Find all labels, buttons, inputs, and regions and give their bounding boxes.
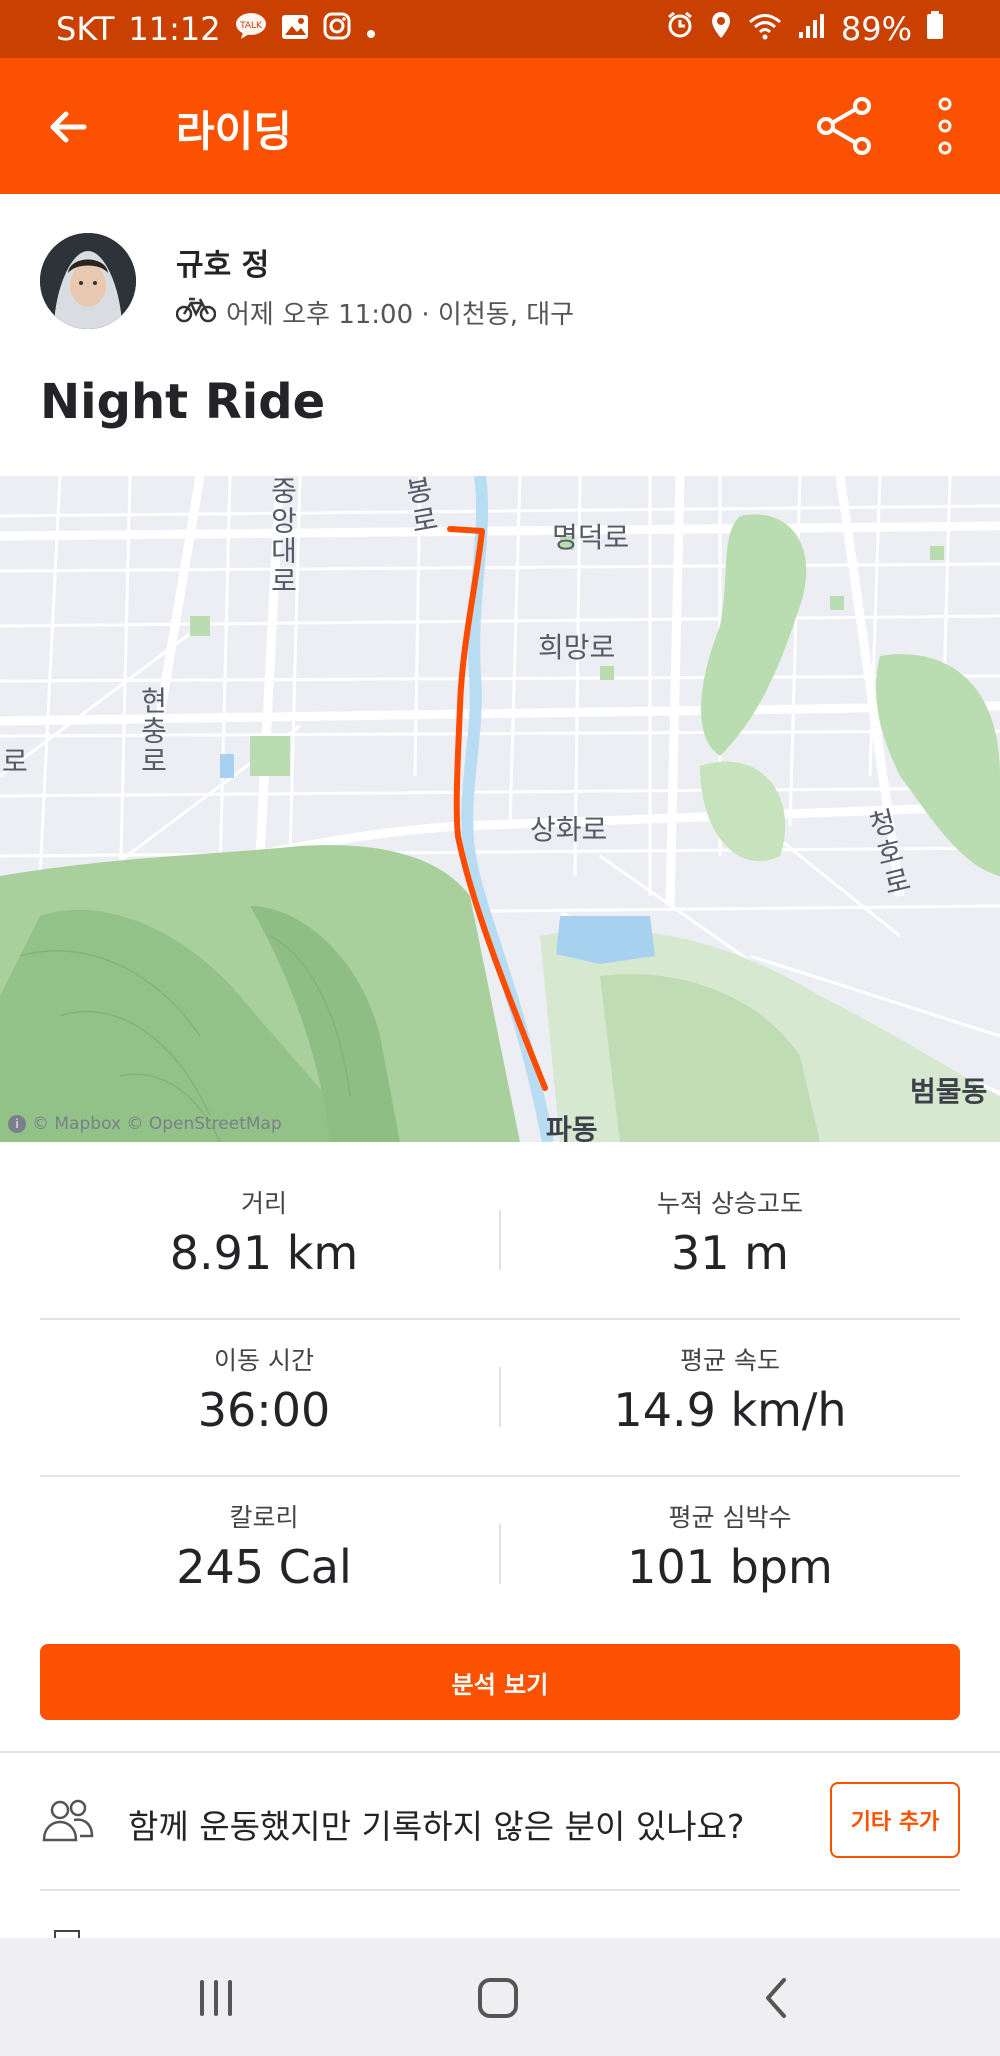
instagram-icon [323, 10, 351, 48]
stat-moving-time: 이동 시간 36:00 [14, 1341, 514, 1437]
share-icon[interactable] [814, 96, 874, 156]
map-label: 희망로 [538, 631, 616, 664]
map-attribution[interactable]: i © Mapbox © OpenStreetMap [8, 1114, 282, 1134]
system-nav-bar [0, 1938, 1000, 2056]
stat-value: 31 m [671, 1226, 789, 1280]
activity-meta-text: 어제 오후 11:00 · 이천동, 대구 [226, 300, 575, 330]
clock: 11:12 [128, 10, 221, 48]
route-map[interactable]: 명덕로 희망로 상화로 청호로 현충로 중앙대로 봉로 로 범물동 파동 i ©… [0, 476, 1000, 1142]
map-label: 상화로 [530, 813, 608, 846]
map-label: 범물동 [910, 1075, 988, 1108]
wifi-icon [747, 10, 783, 48]
divider [0, 1751, 1000, 1753]
divider [499, 1210, 501, 1270]
stat-value: 101 bpm [627, 1540, 833, 1594]
divider [40, 1475, 960, 1477]
stat-avg-heart-rate: 평균 심박수 101 bpm [480, 1498, 980, 1594]
stat-label: 누적 상승고도 [657, 1189, 803, 1218]
status-bar: SKT 11:12 TALK 89% [0, 0, 1000, 58]
battery-percent: 89% [840, 10, 912, 48]
map-label: 중앙대로 [266, 476, 299, 596]
divider [499, 1524, 501, 1584]
recent-apps-icon[interactable] [186, 1968, 246, 2028]
back-icon[interactable] [748, 1968, 808, 2028]
map-label: 명덕로 [552, 521, 630, 554]
gallery-icon [281, 10, 309, 48]
stat-elevation-gain: 누적 상승고도 31 m [480, 1184, 980, 1280]
group-prompt-text: 함께 운동했지만 기록하지 않은 분이 있나요? [128, 1807, 745, 1846]
stat-avg-speed: 평균 속도 14.9 km/h [480, 1341, 980, 1437]
dot-icon [365, 10, 377, 48]
athlete-name[interactable]: 규호 정 [176, 240, 269, 284]
stat-distance: 거리 8.91 km [14, 1184, 514, 1280]
stat-label: 이동 시간 [214, 1346, 314, 1375]
location-icon [709, 10, 733, 48]
attribution-text: © Mapbox © OpenStreetMap [32, 1114, 282, 1134]
stat-label: 평균 심박수 [668, 1503, 792, 1532]
divider [499, 1367, 501, 1427]
stat-label: 거리 [240, 1189, 287, 1218]
view-analysis-button[interactable]: 분석 보기 [40, 1644, 960, 1720]
divider [40, 1889, 960, 1891]
alarm-icon [665, 10, 695, 48]
info-icon[interactable]: i [8, 1115, 26, 1133]
avatar[interactable] [40, 233, 136, 329]
app-bar: 라이딩 [0, 58, 1000, 194]
stat-value: 36:00 [197, 1383, 331, 1437]
stat-value: 14.9 km/h [613, 1383, 847, 1437]
people-icon [40, 1796, 96, 1844]
page-title: 라이딩 [176, 107, 292, 156]
back-arrow-icon[interactable] [44, 102, 94, 152]
talk-icon: TALK [235, 12, 267, 47]
battery-icon [926, 10, 944, 48]
stat-label: 평균 속도 [680, 1346, 780, 1375]
activity-meta: 어제 오후 11:00 · 이천동, 대구 [175, 294, 575, 331]
svg-text:TALK: TALK [239, 21, 263, 31]
map-label: 현충로 [136, 686, 169, 776]
signal-icon [797, 10, 827, 48]
add-others-button[interactable]: 기타 추가 [830, 1782, 960, 1858]
stat-value: 245 Cal [176, 1540, 352, 1594]
bike-icon [175, 295, 217, 330]
activity-title: Night Ride [40, 374, 326, 430]
divider [40, 1318, 960, 1320]
carrier: SKT [56, 10, 115, 48]
stat-calories: 칼로리 245 Cal [14, 1498, 514, 1594]
map-label: 로 [2, 745, 28, 778]
stat-label: 칼로리 [229, 1503, 299, 1532]
map-label: 파동 [546, 1113, 598, 1142]
stat-value: 8.91 km [169, 1226, 359, 1280]
home-icon[interactable] [468, 1968, 528, 2028]
more-vertical-icon[interactable] [930, 96, 960, 156]
